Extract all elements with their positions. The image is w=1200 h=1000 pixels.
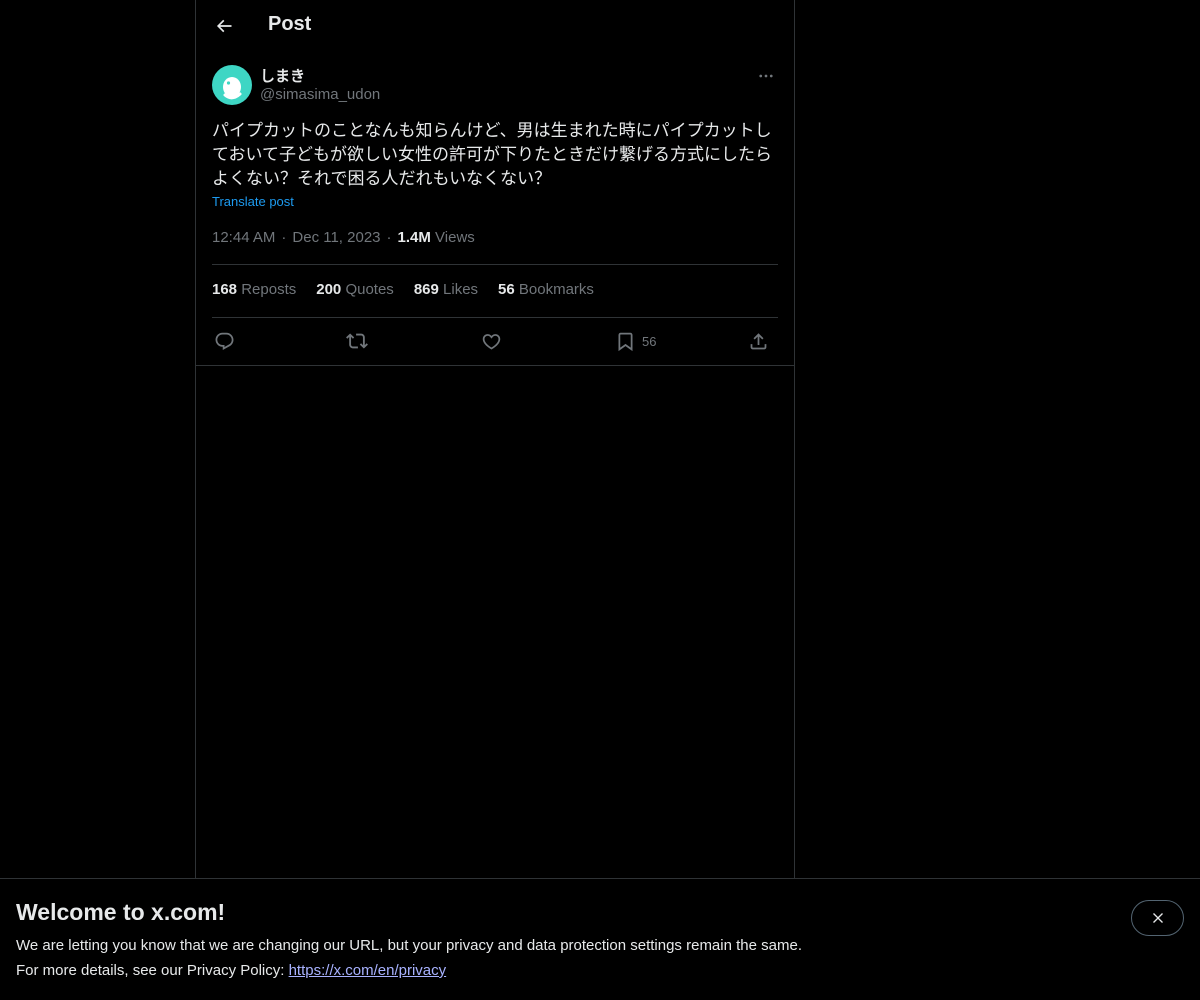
author-handle[interactable]: @simasima_udon [260, 86, 380, 103]
quotes-label: Quotes [345, 281, 394, 298]
close-banner-button[interactable] [1131, 900, 1184, 936]
divider [212, 317, 778, 318]
like-button[interactable] [481, 327, 502, 355]
arrow-left-icon [216, 19, 232, 33]
divider [212, 264, 778, 265]
post-stats: 168 Reposts 200 Quotes 869 Likes 56 Bookmar… [212, 281, 778, 303]
post-meta: 12:44 AM · Dec 11, 2023 · 1.4M Views [212, 229, 475, 246]
primary-column: Post しまき @simasima_udon パイプカットのことなんも知らんけ… [195, 0, 795, 1000]
post-actions: 56 [212, 327, 778, 355]
more-horizontal-icon [759, 74, 773, 78]
bookmark-button[interactable]: 56 [615, 327, 656, 355]
post-time[interactable]: 12:44 AM [212, 229, 275, 246]
likes-count: 869 [413, 281, 439, 298]
banner-title: Welcome to x.com! [16, 899, 226, 925]
page-title: Post [268, 13, 312, 35]
likes-stat[interactable]: 869 Likes [414, 281, 478, 298]
reply-button[interactable] [214, 327, 235, 355]
reply-icon [215, 332, 234, 350]
avatar[interactable] [212, 65, 252, 105]
bookmarks-stat[interactable]: 56 Bookmarks [498, 281, 594, 298]
meta-separator: · [386, 229, 392, 246]
quotes-stat[interactable]: 200 Quotes [316, 281, 394, 298]
close-icon [1152, 913, 1163, 923]
reposts-stat[interactable]: 168 Reposts [212, 281, 296, 298]
bookmark-icon [618, 332, 633, 351]
share-button[interactable] [748, 327, 769, 355]
author-name[interactable]: しまき [260, 65, 305, 86]
views-label: Views [435, 229, 475, 246]
views-count: 1.4M [397, 229, 431, 246]
post-date[interactable]: Dec 11, 2023 [292, 229, 380, 246]
banner-text-prefix: For more details, see our Privacy Policy… [16, 962, 289, 979]
heart-icon [482, 333, 501, 350]
divider [196, 365, 794, 366]
bookmarks-count: 56 [498, 281, 515, 298]
post-header: Post [196, 0, 794, 54]
privacy-policy-link[interactable]: https://x.com/en/privacy [289, 962, 447, 979]
quotes-count: 200 [316, 281, 342, 298]
translate-post-link[interactable]: Translate post [212, 194, 294, 209]
banner-text: We are letting you know that we are chan… [16, 937, 802, 954]
reposts-count: 168 [212, 281, 238, 298]
banner-text: For more details, see our Privacy Policy… [16, 962, 446, 979]
url-change-banner: Welcome to x.com! We are letting you kno… [0, 878, 1200, 1000]
share-icon [750, 332, 767, 349]
bookmarks-label: Bookmarks [518, 281, 594, 298]
repost-icon [346, 333, 368, 349]
more-button[interactable] [754, 64, 778, 88]
meta-separator: · [281, 229, 287, 246]
back-button[interactable] [206, 8, 242, 44]
bookmark-count: 56 [642, 333, 657, 349]
likes-label: Likes [443, 281, 479, 298]
repost-button[interactable] [346, 327, 368, 355]
post-text: パイプカットのことなんも知らんけど、男は生まれた時にパイプカットしておいて子ども… [212, 121, 772, 189]
reposts-label: Reposts [241, 281, 297, 298]
